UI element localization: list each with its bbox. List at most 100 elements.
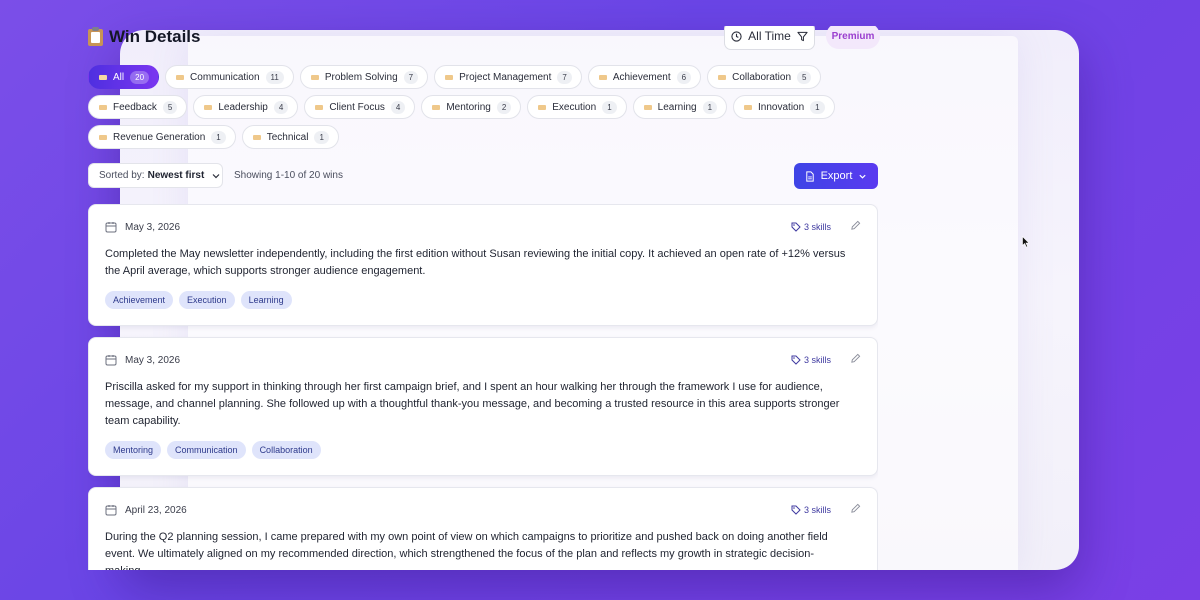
skill-tag[interactable]: Mentoring [105, 441, 162, 459]
filter-chip-collaboration[interactable]: Collaboration 5 [707, 65, 822, 89]
page-title-text: Win Details [109, 27, 201, 46]
filter-chip-count: 1 [602, 100, 617, 114]
results-count: Showing 1-10 of 20 wins [234, 170, 343, 181]
filter-chip-count: 1 [810, 100, 825, 114]
filter-chip-technical[interactable]: Technical 1 [241, 125, 339, 149]
win-card[interactable]: April 23, 2026 3 skills During the Q2 plan… [88, 487, 878, 570]
filter-chip-count: 5 [797, 70, 812, 84]
skill-tag[interactable]: Execution [179, 291, 235, 309]
win-date-text: May 3, 2026 [125, 354, 181, 366]
tag-icon [432, 104, 441, 110]
skill-filter-chips: All 20 Communication 11 Problem Solving 7 Proj… [88, 65, 848, 155]
skill-tag[interactable]: Learning [240, 291, 292, 309]
filter-chip-count: 4 [390, 100, 406, 114]
list-toolbar: Sorted by: Newest first Showing 1-10 of … [88, 163, 878, 189]
filter-icon [797, 31, 808, 41]
win-tags: Achievement Execution Learning [105, 291, 861, 309]
premium-badge: Premium [826, 26, 880, 49]
filter-chip-label: Project Management [459, 71, 552, 83]
filter-chip-label: Innovation [758, 101, 805, 113]
chip-row: Revenue Generation 1 Technical 1 [88, 125, 848, 149]
filter-chip-leadership[interactable]: Leadership 4 [193, 95, 299, 119]
filter-chip-problem-solving[interactable]: Problem Solving 7 [299, 65, 429, 89]
skill-tag[interactable]: Collaboration [251, 441, 321, 459]
sort-value: Newest first [147, 170, 205, 181]
win-tags: Mentoring Communication Collaboration [105, 441, 861, 459]
filter-chip-innovation[interactable]: Innovation 1 [733, 95, 835, 119]
skills-count-button[interactable]: 3 skills [791, 222, 831, 232]
filter-chip-learning[interactable]: Learning 1 [632, 95, 728, 119]
win-date-text: May 3, 2026 [125, 221, 181, 233]
filter-chip-label: Leadership [218, 101, 268, 113]
win-card[interactable]: May 3, 2026 3 skills Completed the May new… [88, 204, 878, 326]
filter-chip-count: 5 [162, 100, 178, 114]
filter-chip-label: Learning [657, 101, 697, 113]
tag-icon [445, 74, 454, 80]
filter-chip-client-focus[interactable]: Client Focus 4 [304, 95, 416, 119]
filter-chip-label: Communication [190, 71, 260, 83]
skill-tag[interactable]: Communication [167, 441, 246, 459]
calendar-icon [105, 505, 117, 516]
page-header: Win Details All Time Premium [88, 26, 1120, 54]
skill-tag[interactable]: Achievement [105, 291, 174, 309]
filter-chip-label: Problem Solving [324, 71, 398, 83]
filter-chip-count: 1 [211, 130, 226, 144]
chip-row: Feedback 5 Leadership 4 Client Focus 4 Mentori… [88, 95, 848, 119]
calendar-icon [105, 222, 117, 233]
filter-chip-label: Execution [552, 101, 597, 113]
time-filter-button[interactable]: All Time [724, 26, 815, 50]
export-button[interactable]: Export [794, 163, 878, 189]
win-date-text: April 23, 2026 [125, 504, 187, 516]
tag-icon [598, 74, 607, 80]
filter-chip-execution[interactable]: Execution 1 [527, 95, 627, 119]
skills-count-button[interactable]: 3 skills [791, 355, 831, 365]
edit-pencil-icon[interactable] [850, 220, 861, 231]
clipboard-icon [88, 26, 103, 46]
skills-count-button[interactable]: 3 skills [791, 505, 831, 515]
tag-icon [538, 104, 547, 110]
filter-chip-achievement[interactable]: Achievement 6 [587, 65, 702, 89]
filter-chip-label: All [113, 71, 125, 83]
tag-icon [315, 104, 324, 110]
tag-icon [310, 74, 319, 80]
filter-chip-label: Mentoring [446, 101, 491, 113]
win-date: May 3, 2026 [105, 352, 861, 368]
skills-count-label: 3 skills [803, 505, 831, 515]
tag-icon [99, 134, 107, 140]
tag-icon [791, 505, 801, 515]
filter-chip-revenue-generation[interactable]: Revenue Generation 1 [88, 125, 236, 149]
filter-chip-label: Technical [266, 131, 309, 143]
filter-chip-count: 2 [496, 100, 512, 114]
win-date: May 3, 2026 [105, 219, 861, 235]
page-title: Win Details [88, 26, 201, 47]
tag-icon [791, 355, 801, 365]
sort-dropdown[interactable]: Sorted by: Newest first [88, 163, 223, 188]
chevron-down-icon [212, 173, 220, 178]
win-description: Priscilla asked for my support in thinki… [105, 381, 840, 427]
wins-list: May 3, 2026 3 skills Completed the May new… [88, 204, 878, 570]
filter-chip-count: 7 [557, 70, 572, 84]
time-filter-label: All Time [748, 29, 791, 43]
filter-chip-feedback[interactable]: Feedback 5 [88, 95, 188, 119]
calendar-icon [105, 355, 117, 366]
filter-chip-project-management[interactable]: Project Management 7 [434, 65, 582, 89]
export-label: Export [820, 170, 853, 182]
filter-chip-count: 11 [265, 70, 284, 84]
skills-count-label: 3 skills [803, 222, 831, 232]
tag-icon [718, 74, 727, 80]
tag-icon [176, 74, 185, 80]
tag-icon [99, 74, 107, 80]
win-card[interactable]: May 3, 2026 3 skills Priscilla asked for m… [88, 337, 878, 476]
mouse-cursor-icon [1022, 236, 1030, 248]
filter-chip-communication[interactable]: Communication 11 [165, 65, 294, 89]
filter-chip-mentoring[interactable]: Mentoring 2 [421, 95, 522, 119]
filter-chip-count: 20 [130, 70, 150, 84]
filter-chip-all[interactable]: All 20 [88, 65, 160, 89]
edit-pencil-icon[interactable] [850, 353, 861, 364]
tag-icon [252, 134, 261, 140]
tag-icon [204, 104, 213, 110]
filter-chip-count: 6 [676, 70, 692, 84]
edit-pencil-icon[interactable] [850, 503, 861, 514]
filter-chip-count: 7 [403, 70, 419, 84]
filter-chip-count: 4 [273, 100, 289, 114]
